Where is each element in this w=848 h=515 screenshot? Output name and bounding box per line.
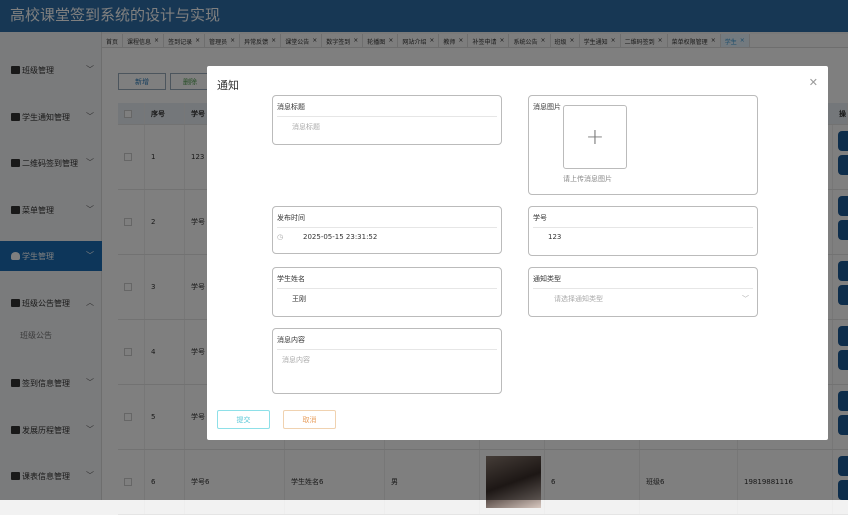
dialog-title: 通知 (217, 77, 239, 93)
student-name-input[interactable]: 王刚 (292, 294, 306, 304)
cancel-button[interactable]: 取消 (283, 410, 336, 429)
msg-image-field: 消息图片 + 请上传消息图片 (528, 95, 758, 195)
notice-type-field[interactable]: 通知类型 请选择通知类型 ﹀ (528, 267, 758, 317)
publish-time-field[interactable]: 发布时间 ◷ 2025-05-15 23:31:52 (272, 206, 502, 254)
field-label: 发布时间 (277, 213, 305, 223)
field-label: 消息标题 (277, 102, 305, 112)
clock-icon: ◷ (277, 233, 283, 241)
publish-time-input[interactable]: 2025-05-15 23:31:52 (303, 233, 377, 241)
upload-plus-icon[interactable]: + (563, 105, 627, 169)
field-label: 消息内容 (277, 335, 305, 345)
msg-title-field[interactable]: 消息标题 消息标题 (272, 95, 502, 145)
upload-hint: 请上传消息图片 (563, 174, 612, 184)
close-icon[interactable]: ✕ (809, 76, 818, 89)
field-label: 学生姓名 (277, 274, 305, 284)
submit-button[interactable]: 提交 (217, 410, 270, 429)
student-name-field[interactable]: 学生姓名 王刚 (272, 267, 502, 317)
notice-dialog: 通知 ✕ 消息标题 消息标题 消息图片 + 请上传消息图片 发布时间 ◷ 202… (207, 66, 828, 440)
notice-type-select[interactable]: 请选择通知类型 (554, 294, 603, 304)
chevron-down-icon: ﹀ (742, 294, 749, 304)
content-field[interactable]: 消息内容 消息内容 (272, 328, 502, 394)
msg-title-input[interactable]: 消息标题 (292, 122, 320, 132)
student-no-input[interactable]: 123 (548, 233, 561, 241)
field-label: 通知类型 (533, 274, 561, 284)
field-label: 消息图片 (533, 102, 561, 112)
field-label: 学号 (533, 213, 547, 223)
content-textarea[interactable]: 消息内容 (282, 355, 310, 365)
student-no-field[interactable]: 学号 123 (528, 206, 758, 256)
